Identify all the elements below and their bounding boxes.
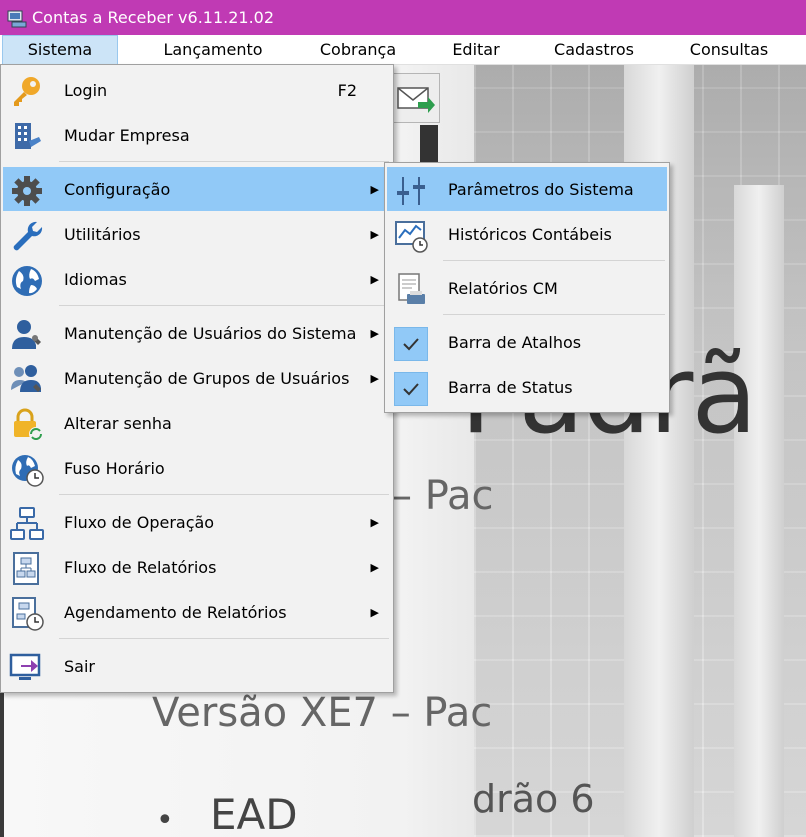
menu-item-label: Manutenção de Usuários do Sistema	[64, 323, 357, 343]
globe-clock-icon	[9, 452, 45, 488]
menu-item-label: Fluxo de Relatórios	[64, 557, 217, 577]
gear-icon	[9, 173, 45, 209]
globe-icon	[9, 263, 45, 299]
menu-item-idiomas[interactable]: Idiomas ▶	[3, 257, 391, 301]
sliders-icon	[393, 173, 429, 209]
checkmark-icon	[393, 371, 429, 407]
slide-bullet-text: EAD	[210, 790, 298, 837]
menu-item-label: Sair	[64, 656, 95, 676]
menu-item-label: Históricos Contábeis	[448, 224, 612, 244]
menu-item-utilitarios[interactable]: Utilitários ▶	[3, 212, 391, 256]
app-icon	[6, 7, 28, 29]
menu-item-fuso-horario[interactable]: Fuso Horário	[3, 446, 391, 490]
report-printer-icon	[393, 272, 429, 308]
menu-item-label: Configuração	[64, 179, 171, 199]
title-bar: Contas a Receber v6.11.21.02	[0, 0, 806, 35]
menu-item-label: Relatórios CM	[448, 278, 558, 298]
menu-item-configuracao[interactable]: Configuração ▶	[3, 167, 391, 211]
menu-item-agendamento-relatorios[interactable]: Agendamento de Relatórios ▶	[3, 590, 391, 634]
menu-item-label: Barra de Status	[448, 377, 573, 397]
menu-separator	[443, 260, 665, 261]
flowchart-icon	[9, 506, 45, 542]
menu-sistema[interactable]: Sistema	[2, 35, 118, 65]
submenu-arrow-icon: ▶	[370, 227, 379, 241]
menu-item-label: Fluxo de Operação	[64, 512, 215, 532]
configuracao-submenu: Parâmetros do Sistema Históricos Contábe…	[384, 162, 670, 413]
menu-item-label: Agendamento de Relatórios	[64, 602, 287, 622]
menu-item-fluxo-relatorios[interactable]: Fluxo de Relatórios ▶	[3, 545, 391, 589]
group-wrench-icon	[9, 362, 45, 398]
menu-item-label: Parâmetros do Sistema	[448, 179, 634, 199]
exit-icon	[9, 650, 45, 686]
building-icon	[9, 119, 45, 155]
menu-lancamento[interactable]: Lançamento	[150, 35, 276, 65]
menu-item-label: Mudar Empresa	[64, 125, 190, 145]
menu-separator	[59, 305, 389, 306]
menu-item-sair[interactable]: Sair	[3, 644, 391, 688]
mail-send-icon	[397, 87, 435, 113]
menu-separator	[443, 314, 665, 315]
menu-item-manutencao-grupos[interactable]: Manutenção de Grupos de Usuários ▶	[3, 356, 391, 400]
send-mail-button[interactable]	[392, 73, 440, 123]
submenu-arrow-icon: ▶	[370, 272, 379, 286]
menu-item-label: Barra de Atalhos	[448, 332, 582, 352]
menu-item-fluxo-operacao[interactable]: Fluxo de Operação ▶	[3, 500, 391, 544]
checkmark-icon	[393, 326, 429, 362]
photo-column	[734, 185, 784, 837]
window-title: Contas a Receber v6.11.21.02	[32, 8, 275, 27]
menu-item-login[interactable]: Login F2	[3, 68, 391, 112]
menu-cobranca[interactable]: Cobrança	[306, 35, 410, 65]
menu-item-relatorios-cm[interactable]: Relatórios CM	[387, 266, 667, 310]
report-flow-icon	[9, 551, 45, 587]
menu-separator	[59, 161, 389, 162]
slide-line-1: – Pac	[392, 473, 494, 519]
menu-item-mudar-empresa[interactable]: Mudar Empresa	[3, 113, 391, 157]
menu-cadastros[interactable]: Cadastros	[544, 35, 644, 65]
menu-item-alterar-senha[interactable]: Alterar senha	[3, 401, 391, 445]
slide-decoration	[420, 125, 438, 163]
submenu-arrow-icon: ▶	[370, 182, 379, 196]
slide-line-2: Versão XE7 – Pac	[152, 690, 493, 736]
slide-line-3: drão 6	[472, 777, 595, 821]
menu-item-barra-status[interactable]: Barra de Status	[387, 365, 667, 409]
menu-item-barra-atalhos[interactable]: Barra de Atalhos	[387, 320, 667, 364]
menu-item-label: Manutenção de Grupos de Usuários	[64, 368, 350, 388]
menu-item-label: Login	[64, 80, 108, 100]
lock-refresh-icon	[9, 407, 45, 443]
menu-item-label: Utilitários	[64, 224, 141, 244]
menu-item-manutencao-usuarios[interactable]: Manutenção de Usuários do Sistema ▶	[3, 311, 391, 355]
user-wrench-icon	[9, 317, 45, 353]
wrench-icon	[9, 218, 45, 254]
submenu-arrow-icon: ▶	[370, 560, 379, 574]
menu-separator	[59, 494, 389, 495]
submenu-arrow-icon: ▶	[370, 515, 379, 529]
shortcut-label: F2	[337, 80, 357, 100]
menu-editar[interactable]: Editar	[440, 35, 512, 65]
menu-item-label: Fuso Horário	[64, 458, 165, 478]
bullet-dot: •	[156, 803, 174, 837]
key-icon	[9, 74, 45, 110]
menu-consultas[interactable]: Consultas	[678, 35, 780, 65]
report-clock-icon	[9, 596, 45, 632]
sistema-dropdown: Login F2 Mudar Empresa Configuração ▶ Ut…	[0, 64, 394, 693]
chart-clock-icon	[393, 218, 429, 254]
menu-item-historicos-contabeis[interactable]: Históricos Contábeis	[387, 212, 667, 256]
menu-item-label: Alterar senha	[64, 413, 172, 433]
submenu-arrow-icon: ▶	[370, 605, 379, 619]
menu-separator	[59, 638, 389, 639]
submenu-arrow-icon: ▶	[370, 371, 379, 385]
menu-item-label: Idiomas	[64, 269, 127, 289]
menu-bar: Sistema Lançamento Cobrança Editar Cadas…	[0, 35, 806, 65]
submenu-arrow-icon: ▶	[370, 326, 379, 340]
menu-item-parametros-sistema[interactable]: Parâmetros do Sistema	[387, 167, 667, 211]
